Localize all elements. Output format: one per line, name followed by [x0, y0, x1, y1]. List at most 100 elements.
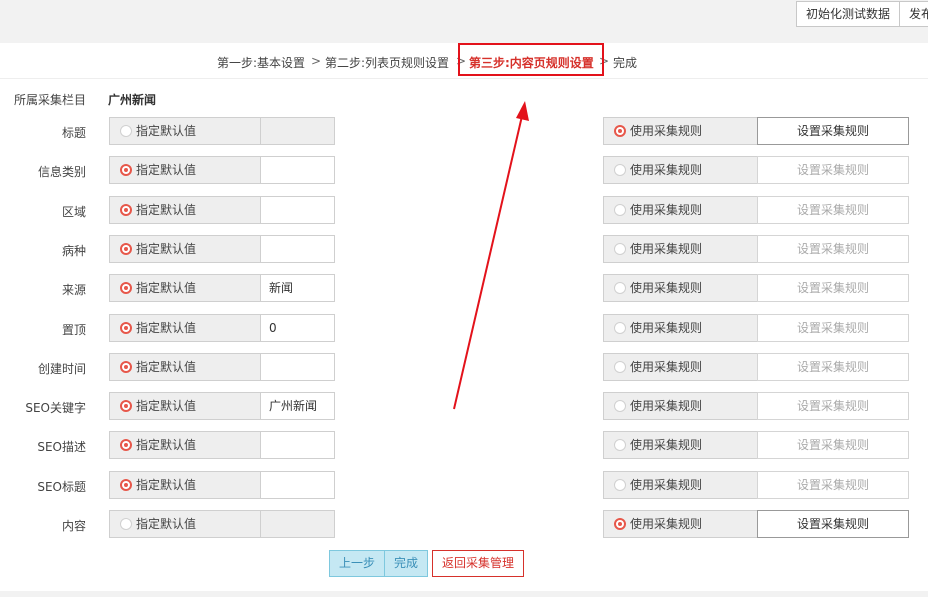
- field-row: 信息类别 指定默认值 使用采集规则 设置采集规则: [0, 156, 928, 184]
- radio-icon: [614, 400, 626, 412]
- default-value-input[interactable]: [260, 431, 335, 459]
- set-rule-button[interactable]: 设置采集规则: [757, 431, 909, 459]
- step-4[interactable]: 完成: [613, 54, 637, 71]
- radio-icon: [120, 479, 132, 491]
- set-rule-button[interactable]: 设置采集规则: [757, 274, 909, 302]
- default-value-radio[interactable]: 指定默认值: [109, 274, 261, 302]
- set-rule-button[interactable]: 设置采集规则: [757, 117, 909, 145]
- radio-icon: [120, 204, 132, 216]
- field-label: SEO描述: [37, 440, 86, 454]
- default-value-radio-label: 指定默认值: [136, 242, 197, 256]
- default-value-radio-label: 指定默认值: [136, 360, 197, 374]
- radio-icon: [614, 125, 626, 137]
- default-value-input[interactable]: [260, 235, 335, 263]
- radio-icon: [120, 164, 132, 176]
- default-value-input[interactable]: [260, 471, 335, 499]
- use-rule-radio[interactable]: 使用采集规则: [603, 235, 758, 263]
- default-value-radio[interactable]: 指定默认值: [109, 314, 261, 342]
- field-label: 病种: [61, 244, 86, 258]
- radio-icon: [120, 439, 132, 451]
- radio-icon: [614, 204, 626, 216]
- default-value-radio-label: 指定默认值: [136, 124, 197, 138]
- set-rule-button[interactable]: 设置采集规则: [757, 471, 909, 499]
- default-value-input[interactable]: 新闻: [260, 274, 335, 302]
- default-value-input[interactable]: [260, 156, 335, 184]
- step-1[interactable]: 第一步:基本设置: [217, 54, 305, 71]
- use-rule-radio[interactable]: 使用采集规则: [603, 117, 758, 145]
- use-rule-radio-label: 使用采集规则: [630, 321, 703, 335]
- set-rule-button[interactable]: 设置采集规则: [757, 392, 909, 420]
- init-test-data-button[interactable]: 初始化测试数据: [796, 1, 900, 27]
- set-rule-button[interactable]: 设置采集规则: [757, 196, 909, 224]
- default-value-input[interactable]: 广州新闻: [260, 392, 335, 420]
- top-toolbar: 初始化测试数据 发布: [0, 0, 928, 33]
- radio-icon: [614, 164, 626, 176]
- radio-icon: [120, 243, 132, 255]
- field-row: SEO关键字 指定默认值 广州新闻 使用采集规则 设置采集规则: [0, 392, 928, 420]
- use-rule-radio[interactable]: 使用采集规则: [603, 156, 758, 184]
- radio-icon: [120, 361, 132, 373]
- use-rule-radio[interactable]: 使用采集规则: [603, 471, 758, 499]
- default-value-radio-label: 指定默认值: [136, 438, 197, 452]
- default-value-radio[interactable]: 指定默认值: [109, 353, 261, 381]
- finish-button[interactable]: 完成: [384, 550, 428, 577]
- default-value-radio-label: 指定默认值: [136, 203, 197, 217]
- radio-icon: [614, 518, 626, 530]
- use-rule-radio[interactable]: 使用采集规则: [603, 314, 758, 342]
- default-value-input[interactable]: [260, 353, 335, 381]
- field-row: 病种 指定默认值 使用采集规则 设置采集规则: [0, 235, 928, 263]
- field-label: 创建时间: [37, 362, 86, 376]
- back-to-collection-button[interactable]: 返回采集管理: [432, 550, 524, 577]
- radio-icon: [614, 439, 626, 451]
- default-value-input[interactable]: 0: [260, 314, 335, 342]
- use-rule-radio-label: 使用采集规则: [630, 124, 703, 138]
- set-rule-button[interactable]: 设置采集规则: [757, 314, 909, 342]
- use-rule-radio-label: 使用采集规则: [630, 163, 703, 177]
- set-rule-button[interactable]: 设置采集规则: [757, 156, 909, 184]
- default-value-radio[interactable]: 指定默认值: [109, 196, 261, 224]
- field-row: 内容 指定默认值 使用采集规则 设置采集规则: [0, 510, 928, 538]
- use-rule-radio-label: 使用采集规则: [630, 203, 703, 217]
- radio-icon: [120, 125, 132, 137]
- use-rule-radio-label: 使用采集规则: [630, 438, 703, 452]
- default-value-input[interactable]: [260, 510, 335, 538]
- default-value-radio[interactable]: 指定默认值: [109, 235, 261, 263]
- step-bar: 第一步:基本设置 > 第二步:列表页规则设置 > 第三步:内容页规则设置 > 完…: [0, 43, 928, 79]
- set-rule-button[interactable]: 设置采集规则: [757, 510, 909, 538]
- category-value: 广州新闻: [108, 93, 157, 107]
- use-rule-radio[interactable]: 使用采集规则: [603, 196, 758, 224]
- use-rule-radio[interactable]: 使用采集规则: [603, 392, 758, 420]
- set-rule-button[interactable]: 设置采集规则: [757, 235, 909, 263]
- radio-icon: [614, 243, 626, 255]
- prev-step-button[interactable]: 上一步: [329, 550, 385, 577]
- category-label: 所属采集栏目: [14, 93, 87, 107]
- use-rule-radio-label: 使用采集规则: [630, 399, 703, 413]
- use-rule-radio[interactable]: 使用采集规则: [603, 431, 758, 459]
- default-value-radio[interactable]: 指定默认值: [109, 156, 261, 184]
- default-value-radio[interactable]: 指定默认值: [109, 392, 261, 420]
- default-value-input[interactable]: [260, 196, 335, 224]
- use-rule-radio[interactable]: 使用采集规则: [603, 353, 758, 381]
- use-rule-radio[interactable]: 使用采集规则: [603, 510, 758, 538]
- default-value-radio-label: 指定默认值: [136, 321, 197, 335]
- publish-button[interactable]: 发布: [899, 1, 928, 27]
- radio-icon: [120, 400, 132, 412]
- use-rule-radio-label: 使用采集规则: [630, 242, 703, 256]
- field-row: SEO标题 指定默认值 使用采集规则 设置采集规则: [0, 471, 928, 499]
- radio-icon: [120, 322, 132, 334]
- field-label: SEO关键字: [25, 401, 86, 415]
- default-value-radio[interactable]: 指定默认值: [109, 117, 261, 145]
- radio-icon: [120, 518, 132, 530]
- use-rule-radio[interactable]: 使用采集规则: [603, 274, 758, 302]
- field-row: SEO描述 指定默认值 使用采集规则 设置采集规则: [0, 431, 928, 459]
- set-rule-button[interactable]: 设置采集规则: [757, 353, 909, 381]
- default-value-radio[interactable]: 指定默认值: [109, 510, 261, 538]
- field-row: 标题 指定默认值 使用采集规则 设置采集规则: [0, 117, 928, 145]
- content-panel: 第一步:基本设置 > 第二步:列表页规则设置 > 第三步:内容页规则设置 > 完…: [0, 43, 928, 591]
- default-value-input[interactable]: [260, 117, 335, 145]
- default-value-radio-label: 指定默认值: [136, 281, 197, 295]
- default-value-radio[interactable]: 指定默认值: [109, 431, 261, 459]
- step-2[interactable]: 第二步:列表页规则设置: [325, 54, 449, 71]
- annotation-highlight-box: [458, 43, 604, 76]
- default-value-radio[interactable]: 指定默认值: [109, 471, 261, 499]
